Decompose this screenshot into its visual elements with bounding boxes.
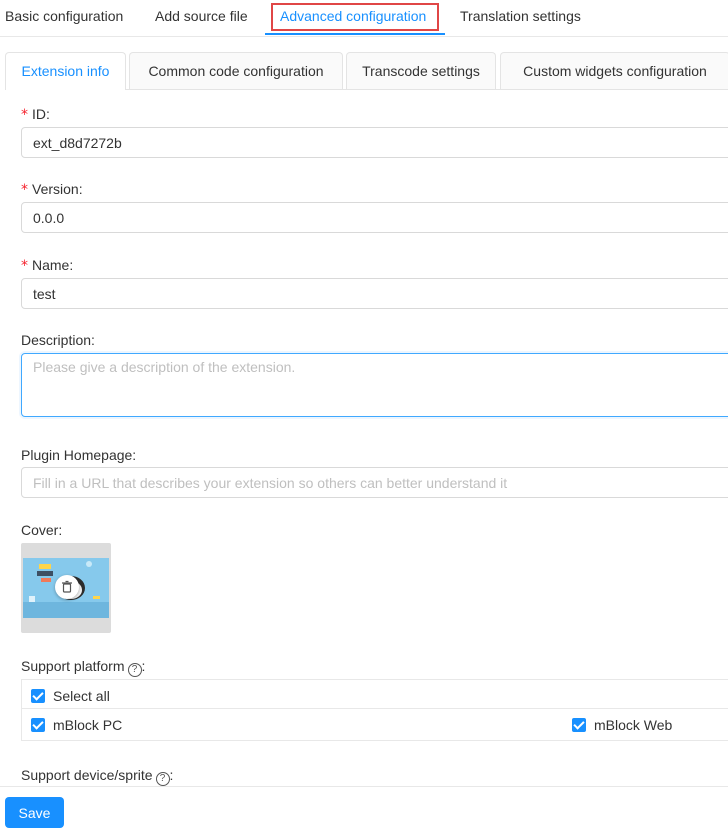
required-mark: * xyxy=(21,182,28,198)
support-platform-label: Support platform?: xyxy=(21,658,146,677)
footer-bar xyxy=(0,786,728,829)
name-label: * Name: xyxy=(21,257,74,274)
tab-extension-info[interactable]: Extension info xyxy=(5,52,126,90)
save-button[interactable]: Save xyxy=(5,797,64,828)
version-field[interactable] xyxy=(21,202,728,233)
checkbox-checked-icon xyxy=(31,689,45,703)
sub-tab-bar: Extension info Common code configuration… xyxy=(5,52,728,90)
tab-add-source-file[interactable]: Add source file xyxy=(155,8,248,24)
cover-label: Cover: xyxy=(21,522,63,538)
id-field[interactable] xyxy=(21,127,728,158)
active-tab-indicator xyxy=(265,33,445,35)
top-tab-bar: Basic configuration Add source file Adva… xyxy=(0,0,728,37)
tab-advanced-configuration[interactable]: Advanced configuration xyxy=(280,8,426,24)
tab-common-code-configuration[interactable]: Common code configuration xyxy=(129,52,343,89)
tab-translation-settings[interactable]: Translation settings xyxy=(460,8,581,24)
question-circle-icon[interactable]: ? xyxy=(127,663,142,677)
description-label: Description: xyxy=(21,332,95,348)
select-all-checkbox[interactable]: Select all xyxy=(31,688,110,704)
checkbox-checked-icon xyxy=(572,718,586,732)
tab-transcode-settings[interactable]: Transcode settings xyxy=(346,52,496,89)
homepage-label: Plugin Homepage: xyxy=(21,447,137,463)
trash-icon[interactable] xyxy=(55,575,79,599)
mblock-pc-checkbox[interactable]: mBlock PC xyxy=(31,717,122,733)
required-mark: * xyxy=(21,258,28,274)
platform-options: Select all mBlock PC mBlock Web xyxy=(21,679,728,741)
checkbox-checked-icon xyxy=(31,718,45,732)
description-field[interactable] xyxy=(21,353,728,417)
id-label: * ID: xyxy=(21,106,50,123)
cover-upload[interactable] xyxy=(21,543,111,633)
tab-custom-widgets-configuration[interactable]: Custom widgets configuration xyxy=(500,52,728,89)
divider xyxy=(22,708,728,709)
tab-basic-configuration[interactable]: Basic configuration xyxy=(5,8,123,24)
support-device-label: Support device/sprite?: xyxy=(21,767,174,786)
homepage-field[interactable] xyxy=(21,467,728,498)
mblock-web-checkbox[interactable]: mBlock Web xyxy=(572,717,672,733)
name-field[interactable] xyxy=(21,278,728,309)
version-label: * Version: xyxy=(21,181,83,198)
question-circle-icon[interactable]: ? xyxy=(155,772,170,786)
required-mark: * xyxy=(21,107,28,123)
